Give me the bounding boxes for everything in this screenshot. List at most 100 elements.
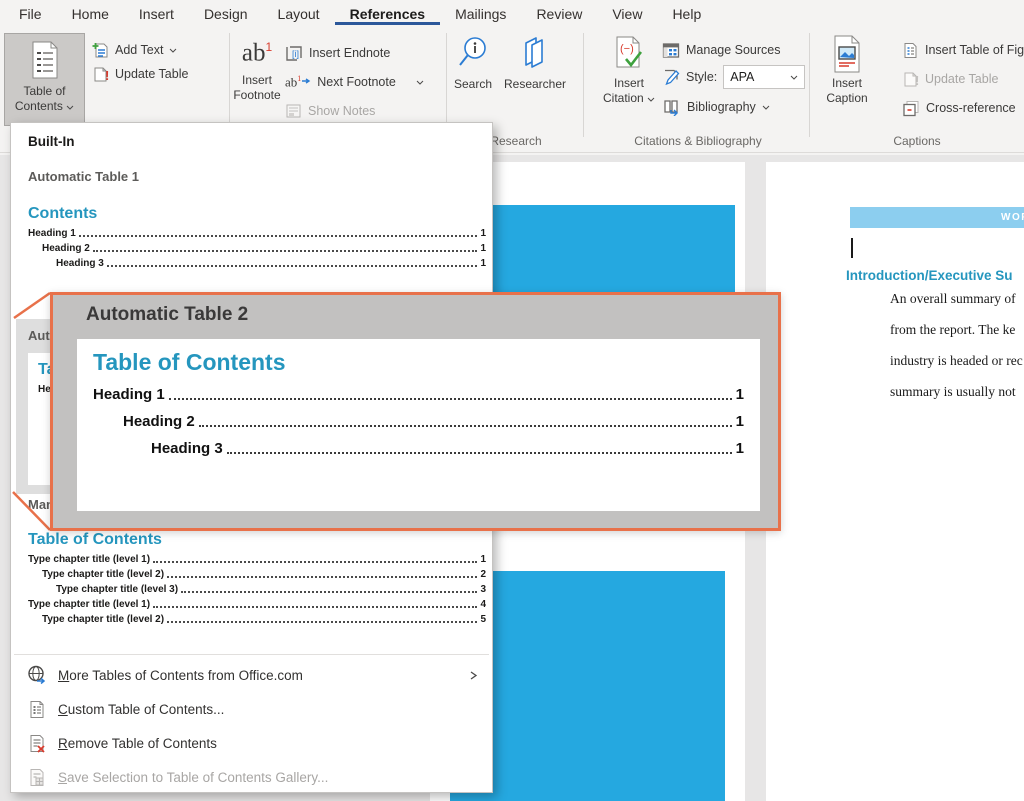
text-cursor xyxy=(851,238,853,258)
svg-text:!: ! xyxy=(915,73,919,88)
banner-title: WORD xyxy=(1001,212,1024,223)
toc-preview-heading: Table of Contents xyxy=(28,531,486,549)
tab-design[interactable]: Design xyxy=(189,2,263,25)
tab-help[interactable]: Help xyxy=(657,2,716,25)
chevron-down-icon xyxy=(416,80,424,85)
manage-sources-button[interactable]: Manage Sources xyxy=(662,40,781,60)
update-table-icon: ! xyxy=(92,66,109,83)
chevron-down-icon xyxy=(169,48,177,53)
toc-preview-row: Type chapter title (level 1)1 xyxy=(28,554,486,565)
callout-preview-box: Table of Contents Heading 11 Heading 21 … xyxy=(77,339,760,511)
menu-item-label: Save Selection to Table of Contents Gall… xyxy=(58,770,478,785)
group-separator xyxy=(809,33,810,137)
document-section-heading: Introduction/Executive Su xyxy=(846,268,1013,283)
menu-separator xyxy=(14,654,489,655)
ribbon-tab-bar: File Home Insert Design Layout Reference… xyxy=(0,0,1024,27)
globe-icon xyxy=(26,665,48,685)
document-body-line: summary is usually not xyxy=(890,384,1016,400)
insert-table-of-figures-button[interactable]: Insert Table of Figures xyxy=(902,40,1024,60)
tab-mailings[interactable]: Mailings xyxy=(440,2,521,25)
insert-endnote-icon: [i] xyxy=(285,45,303,62)
tab-view[interactable]: View xyxy=(597,2,657,25)
add-text-button[interactable]: Add Text xyxy=(92,40,177,60)
menu-item-custom-toc[interactable]: Custom Table of Contents... xyxy=(11,692,492,726)
menu-item-label: Remove Table of Contents xyxy=(58,736,478,751)
document-body-line: from the report. The ke xyxy=(890,322,1015,338)
automatic-table-2-callout: Automatic Table 2 Table of Contents Head… xyxy=(50,292,781,531)
researcher-button[interactable]: Researcher xyxy=(500,35,570,92)
show-notes-icon xyxy=(285,103,302,119)
table-of-contents-icon xyxy=(29,41,61,79)
chevron-down-icon xyxy=(762,105,770,110)
insert-endnote-button[interactable]: [i] Insert Endnote xyxy=(285,43,390,63)
insert-caption-button[interactable]: Insert Caption xyxy=(824,35,870,106)
callout-title: Automatic Table 2 xyxy=(86,304,248,326)
chevron-down-icon xyxy=(790,75,798,80)
style-icon xyxy=(662,69,680,86)
dropdown-section-header: Built-In xyxy=(28,134,75,149)
gallery-item-automatic-table-1[interactable]: Contents Heading 11 Heading 21 Heading 3… xyxy=(28,205,486,269)
document-body-line: An overall summary of xyxy=(890,291,1016,307)
svg-text:[i]: [i] xyxy=(292,49,299,59)
bibliography-button[interactable]: Bibliography xyxy=(662,97,770,117)
document-body-line: industry is headed or rec xyxy=(890,353,1023,369)
svg-text:!: ! xyxy=(105,68,109,83)
insert-caption-icon xyxy=(831,35,863,73)
gallery-item-manual-table[interactable]: Table of Contents Type chapter title (le… xyxy=(28,531,486,625)
custom-toc-icon xyxy=(26,700,48,719)
save-gallery-icon xyxy=(26,768,48,787)
dropdown-menu: More Tables of Contents from Office.com … xyxy=(11,658,492,794)
document-page-2[interactable]: WORD Introduction/Executive Su An overal… xyxy=(766,162,1024,801)
search-icon xyxy=(456,35,490,71)
style-select[interactable]: APA xyxy=(723,65,805,89)
menu-item-remove-toc[interactable]: Remove Table of Contents xyxy=(11,726,492,760)
chevron-down-icon xyxy=(647,97,655,102)
remove-toc-icon xyxy=(26,734,48,753)
callout-toc-row: Heading 21 xyxy=(93,413,744,430)
group-label-research: Research xyxy=(490,134,541,148)
search-button[interactable]: Search xyxy=(450,35,496,92)
insert-citation-icon: (−) xyxy=(611,35,647,73)
insert-footnote-button[interactable]: ab1 Insert Footnote xyxy=(230,35,284,103)
tab-review[interactable]: Review xyxy=(521,2,597,25)
footnote-ab-icon: ab1 xyxy=(242,35,272,65)
tab-references[interactable]: References xyxy=(335,2,441,25)
page-header-banner: WORD xyxy=(850,207,1024,228)
update-table-disabled-icon: ! xyxy=(902,71,919,88)
callout-toc-heading: Table of Contents xyxy=(93,349,744,376)
cross-reference-icon xyxy=(902,100,920,117)
tab-insert[interactable]: Insert xyxy=(124,2,189,25)
next-footnote-button[interactable]: ab1 Next Footnote xyxy=(285,72,424,92)
show-notes-button[interactable]: Show Notes xyxy=(285,101,375,121)
table-of-figures-icon xyxy=(902,42,919,59)
toc-preview-row: Heading 31 xyxy=(28,258,486,269)
next-footnote-icon: ab1 xyxy=(285,74,311,90)
toc-preview-row: Type chapter title (level 1)4 xyxy=(28,599,486,610)
group-label-citations: Citations & Bibliography xyxy=(634,134,761,148)
table-of-contents-button[interactable]: Table of Contents xyxy=(4,33,85,126)
submenu-arrow-icon xyxy=(469,671,478,680)
group-label-captions: Captions xyxy=(893,134,940,148)
tab-layout[interactable]: Layout xyxy=(263,2,335,25)
svg-text:(−): (−) xyxy=(620,43,634,55)
menu-item-label: Custom Table of Contents... xyxy=(58,702,478,717)
update-table-button[interactable]: ! Update Table xyxy=(92,64,188,84)
tab-home[interactable]: Home xyxy=(57,2,124,25)
menu-item-label: More Tables of Contents from Office.com xyxy=(58,668,469,683)
toc-preview-row: Heading 21 xyxy=(28,243,486,254)
bibliography-icon xyxy=(662,99,681,116)
style-row: Style: APA xyxy=(662,67,805,87)
menu-item-save-selection-gallery[interactable]: Save Selection to Table of Contents Gall… xyxy=(11,760,492,794)
group-separator xyxy=(583,33,584,137)
callout-toc-row: Heading 31 xyxy=(93,440,744,457)
insert-citation-button[interactable]: (−) Insert Citation xyxy=(601,35,657,106)
toc-preview-row: Type chapter title (level 3)3 xyxy=(28,584,486,595)
update-table-captions-button[interactable]: ! Update Table xyxy=(902,69,998,89)
menu-item-more-tables-office[interactable]: More Tables of Contents from Office.com xyxy=(11,658,492,692)
callout-toc-row: Heading 11 xyxy=(93,386,744,403)
researcher-icon xyxy=(518,35,552,71)
cross-reference-button[interactable]: Cross-reference xyxy=(902,98,1016,118)
manage-sources-icon xyxy=(662,42,680,59)
tab-file[interactable]: File xyxy=(4,2,57,25)
add-text-icon xyxy=(92,42,109,59)
